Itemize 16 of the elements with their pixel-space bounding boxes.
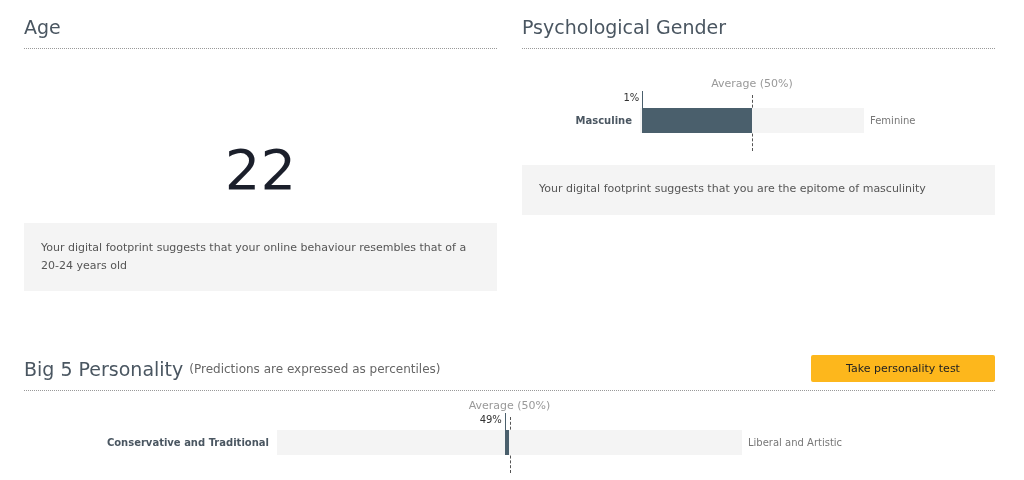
- section-title: Big 5 Personality: [24, 357, 184, 380]
- percent-reading: 49%: [479, 414, 503, 426]
- left-label: Masculine: [574, 114, 633, 128]
- right-label: Feminine: [869, 114, 916, 128]
- take-test-button[interactable]: Take personality test: [811, 355, 995, 383]
- average-label: Average (50%): [710, 77, 794, 90]
- age-description: Your digital footprint suggests that your online behaviour resembles that of a 20-24 years old: [41, 240, 468, 274]
- average-label: Average (50%): [467, 399, 552, 413]
- age-value: 22: [224, 136, 297, 204]
- section-title: Age: [24, 0, 497, 49]
- section-subtitle: (Predictions are expressed as percentiles): [189, 361, 442, 376]
- left-label: Conservative and Traditional: [105, 436, 270, 451]
- percent-reading: 1%: [623, 92, 641, 103]
- right-label: Liberal and Artistic: [747, 436, 843, 451]
- section-title: Psychological Gender: [522, 0, 995, 49]
- gender-description: Your digital footprint suggests that you are the epitome of masculinity: [539, 181, 927, 197]
